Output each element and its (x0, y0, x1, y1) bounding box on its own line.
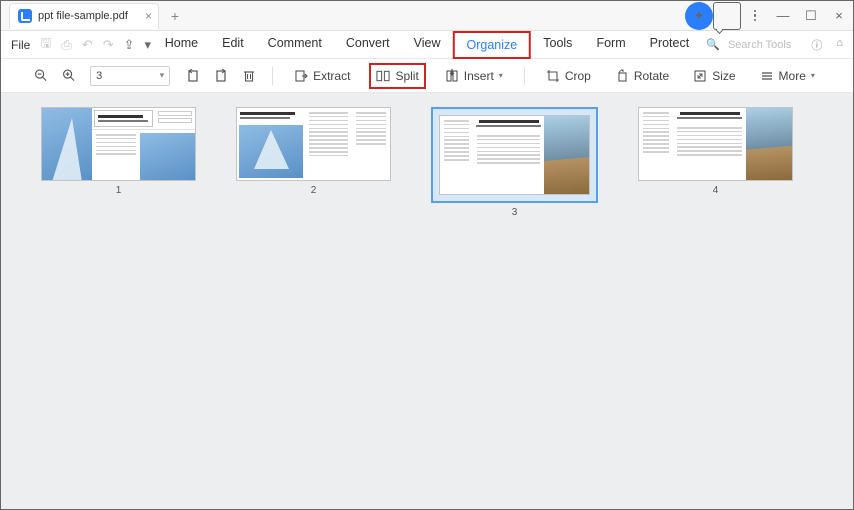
page-thumbnail[interactable]: 2 (236, 107, 391, 196)
crop-label: Crop (565, 69, 591, 83)
page-number-label: 4 (713, 185, 719, 196)
more-button[interactable]: More ▾ (755, 65, 820, 87)
delete-icon[interactable] (242, 69, 256, 83)
tab-title: ppt file-sample.pdf (38, 10, 128, 22)
menubar: File 🖫 ⎙ ↶ ↷ ⇪ ▾ Home Edit Comment Conve… (1, 31, 853, 59)
extract-icon (294, 69, 308, 83)
zoom-in-icon[interactable] (62, 69, 76, 83)
menu-protect[interactable]: Protect (638, 31, 702, 59)
main-menu: Home Edit Comment Convert View Organize … (153, 31, 701, 59)
split-icon (376, 69, 390, 83)
chevron-down-icon: ▾ (811, 71, 815, 80)
split-label: Split (395, 69, 418, 83)
menu-form[interactable]: Form (584, 31, 637, 59)
search-icon[interactable]: 🔍 (706, 38, 720, 51)
chat-icon[interactable] (713, 2, 741, 30)
extract-label: Extract (313, 69, 350, 83)
qat-dropdown-icon[interactable]: ▾ (145, 37, 152, 53)
size-label: Size (712, 69, 735, 83)
organize-toolbar: 3 ▾ Extract Split Insert ▾ Crop Ro (1, 59, 853, 93)
split-button[interactable]: Split (369, 63, 425, 89)
account-avatar[interactable]: ✦ (685, 2, 713, 30)
share-icon[interactable]: ⇪ (124, 37, 135, 53)
more-icon (760, 69, 774, 83)
page-thumbnail[interactable]: 1 (41, 107, 196, 196)
insert-label: Insert (464, 69, 494, 83)
minimize-button[interactable]: — (769, 2, 797, 30)
rotate-button[interactable]: Rotate (610, 65, 674, 87)
file-menu[interactable]: File (11, 38, 30, 52)
rotate-label: Rotate (634, 69, 669, 83)
menu-tools[interactable]: Tools (531, 31, 584, 59)
rotate-icon (615, 69, 629, 83)
maximize-button[interactable]: ☐ (797, 2, 825, 30)
page-number-value: 3 (96, 70, 102, 82)
size-icon (693, 69, 707, 83)
redo-icon[interactable]: ↷ (103, 37, 114, 53)
page-number-label: 2 (311, 185, 317, 196)
page-number-input[interactable]: 3 ▾ (90, 66, 170, 86)
page-thumbnail-selected[interactable]: 3 (431, 107, 598, 218)
crop-icon (546, 69, 560, 83)
app-icon (18, 9, 32, 23)
menu-convert[interactable]: Convert (334, 31, 402, 59)
menu-home[interactable]: Home (153, 31, 210, 59)
page-number-label: 3 (512, 207, 518, 218)
rotate-right-icon[interactable] (214, 69, 228, 83)
new-tab-button[interactable]: + (165, 8, 185, 24)
rotate-left-icon[interactable] (186, 69, 200, 83)
size-button[interactable]: Size (688, 65, 740, 87)
quick-access-toolbar: 🖫 ⎙ ↶ ↷ ⇪ ▾ (40, 34, 151, 56)
close-window-button[interactable]: × (825, 2, 853, 30)
insert-icon (445, 69, 459, 83)
menu-organize[interactable]: Organize (453, 31, 532, 59)
menu-edit[interactable]: Edit (210, 31, 256, 59)
home-icon[interactable]: ⌂ (836, 37, 843, 53)
menu-view[interactable]: View (402, 31, 453, 59)
separator (524, 67, 525, 85)
search-placeholder[interactable]: Search Tools (728, 39, 791, 51)
chevron-down-icon: ▾ (499, 71, 503, 80)
chevron-down-icon[interactable]: ▾ (160, 70, 165, 81)
page-number-label: 1 (116, 185, 122, 196)
help-icon[interactable]: ⓘ (811, 37, 822, 53)
more-label: More (779, 69, 806, 83)
page-thumbnail[interactable]: 4 (638, 107, 793, 196)
separator (272, 67, 273, 85)
print-icon[interactable]: ⎙ (61, 37, 71, 53)
zoom-out-icon[interactable] (34, 69, 48, 83)
undo-icon[interactable]: ↶ (82, 37, 93, 53)
insert-button[interactable]: Insert ▾ (440, 65, 508, 87)
document-tab[interactable]: ppt file-sample.pdf × (9, 3, 159, 29)
page-thumbnails-area: 1 2 3 (1, 93, 853, 509)
kebab-menu-icon[interactable] (741, 2, 769, 30)
titlebar: ppt file-sample.pdf × + ✦ — ☐ × (1, 1, 853, 31)
extract-button[interactable]: Extract (289, 65, 355, 87)
menu-comment[interactable]: Comment (256, 31, 334, 59)
save-icon[interactable]: 🖫 (40, 34, 51, 56)
crop-button[interactable]: Crop (541, 65, 596, 87)
close-tab-icon[interactable]: × (145, 9, 152, 23)
